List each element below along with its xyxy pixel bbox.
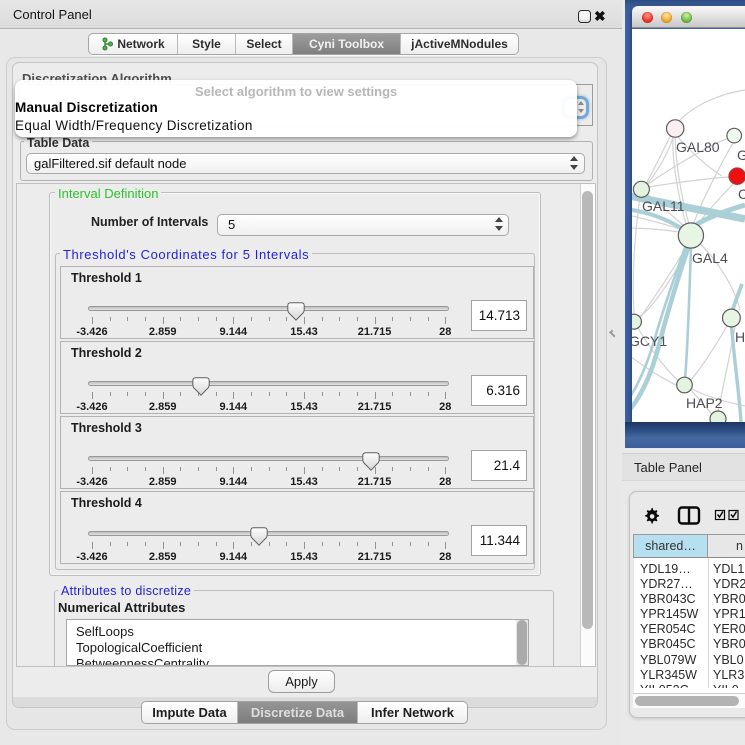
svg-text:GA: GA xyxy=(737,147,745,163)
svg-text:HAP2: HAP2 xyxy=(686,395,723,411)
svg-text:GAL11: GAL11 xyxy=(642,198,685,214)
svg-text:H: H xyxy=(735,329,745,345)
svg-text:C: C xyxy=(738,186,745,202)
svg-text:GAL4: GAL4 xyxy=(692,250,728,266)
svg-text:GAL80: GAL80 xyxy=(676,139,720,155)
svg-text:GCY1: GCY1 xyxy=(632,333,667,349)
